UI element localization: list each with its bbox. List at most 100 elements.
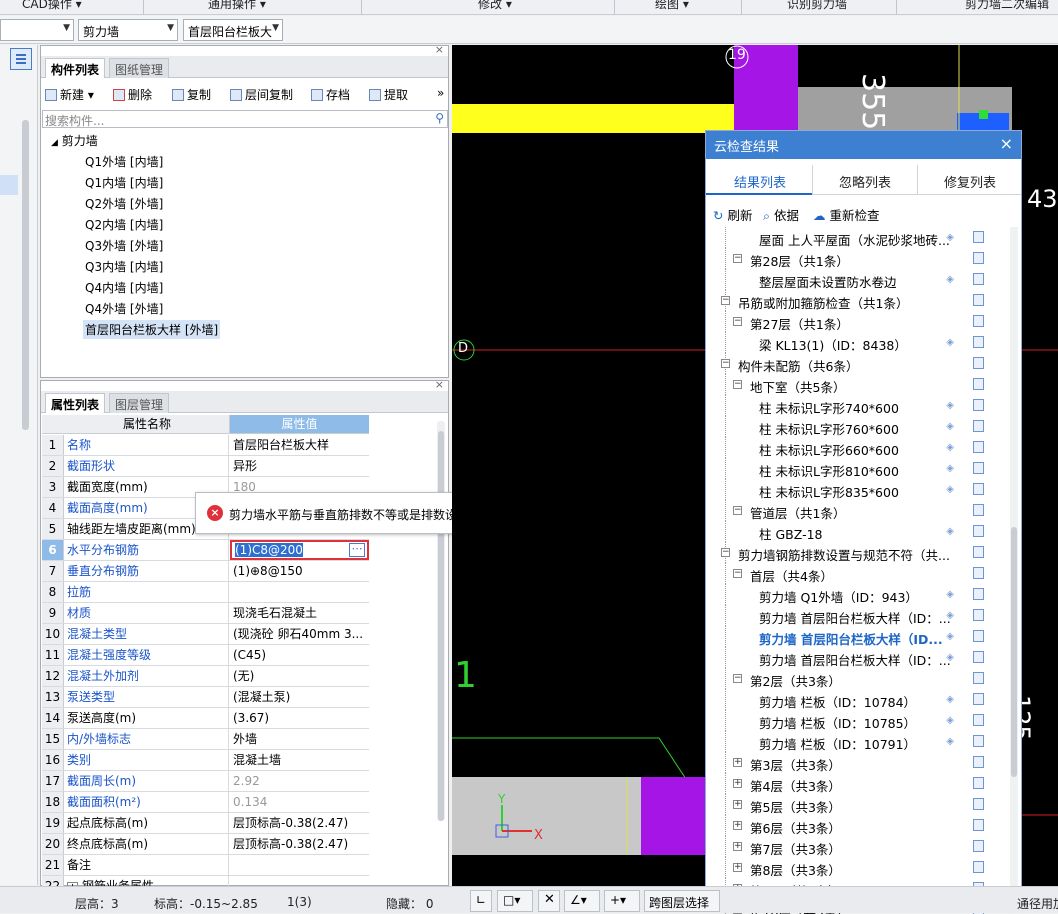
archive-button[interactable]: 存档 bbox=[311, 86, 350, 103]
ellipsis-icon[interactable]: ⋯ bbox=[349, 543, 365, 557]
tab-drawing-manage[interactable]: 图纸管理 bbox=[109, 58, 170, 78]
property-value-editor[interactable]: (1)C8@200 ⋯ bbox=[230, 540, 369, 560]
locate-icon[interactable]: ◈ bbox=[946, 736, 954, 747]
result-tree-row[interactable]: 梁 KL13(1)（ID：8438） ◈ bbox=[706, 332, 1006, 353]
property-row[interactable]: 16 类别 混凝土墙 bbox=[42, 750, 369, 771]
collapse-icon[interactable]: − bbox=[733, 674, 742, 683]
tree-item[interactable]: Q1外墙 [内墙] bbox=[85, 153, 163, 170]
tab-property-list[interactable]: 属性列表 bbox=[45, 393, 106, 413]
property-row[interactable]: 18 截面面积(m²) 0.134 bbox=[42, 792, 369, 813]
result-tree-row[interactable]: − 第2层（共3条） bbox=[706, 668, 1006, 689]
property-row[interactable]: 17 截面周长(m) 2.92 bbox=[42, 771, 369, 792]
extract-button[interactable]: 提取 bbox=[369, 86, 408, 103]
floor-combo[interactable]: ▼ bbox=[0, 19, 74, 41]
result-tree-row[interactable]: 柱 未标识L字形660*600 ◈ bbox=[706, 437, 1006, 458]
collapse-icon[interactable]: − bbox=[733, 506, 742, 515]
document-icon[interactable] bbox=[973, 399, 984, 411]
more-button[interactable]: » bbox=[437, 86, 444, 100]
result-tree-row[interactable]: − 剪力墙钢筋排数设置与规范不符（共... bbox=[706, 542, 1006, 563]
locate-icon[interactable]: ◈ bbox=[946, 337, 954, 348]
property-value[interactable] bbox=[230, 582, 369, 602]
property-value[interactable]: 混凝土墙 bbox=[230, 750, 369, 770]
tree-item[interactable]: Q4外墙 [外墙] bbox=[85, 300, 163, 317]
result-tree-row[interactable]: 剪力墙 栏板（ID：10791） ◈ bbox=[706, 731, 1006, 752]
document-icon[interactable] bbox=[973, 693, 984, 705]
property-value[interactable]: 0.134 bbox=[230, 792, 369, 812]
property-value[interactable]: 层顶标高-0.38(2.47) bbox=[230, 813, 369, 833]
result-tree-row[interactable]: + 第6层（共3条） bbox=[706, 815, 1006, 836]
collapse-icon[interactable]: − bbox=[733, 317, 742, 326]
result-tree-row[interactable]: + 第5层（共3条） bbox=[706, 794, 1006, 815]
property-row[interactable]: 20 终点底标高(m) 层顶标高-0.38(2.47) bbox=[42, 834, 369, 855]
property-value[interactable]: (C45) bbox=[230, 645, 369, 665]
collapse-icon[interactable]: − bbox=[733, 254, 742, 263]
result-tree-row[interactable]: + 第3层（共3条） bbox=[706, 752, 1006, 773]
document-icon[interactable] bbox=[973, 756, 984, 768]
result-tree-row[interactable]: + 第8层（共3条） bbox=[706, 857, 1006, 878]
result-tree-row[interactable]: 剪力墙 栏板（ID：10784） ◈ bbox=[706, 689, 1006, 710]
collapse-icon[interactable]: − bbox=[721, 359, 730, 368]
property-row[interactable]: 12 混凝土外加剂 (无) bbox=[42, 666, 369, 687]
locate-icon[interactable]: ◈ bbox=[946, 715, 954, 726]
property-value[interactable]: 现浇毛石混凝土 bbox=[230, 603, 369, 623]
tree-item[interactable]: Q3外墙 [外墙] bbox=[85, 237, 163, 254]
property-row[interactable]: 11 混凝土强度等级 (C45) bbox=[42, 645, 369, 666]
locate-icon[interactable]: ◈ bbox=[946, 274, 954, 285]
copy-button[interactable]: 复制 bbox=[172, 86, 211, 103]
tab-repair-list[interactable]: 修复列表 bbox=[944, 172, 996, 191]
property-row[interactable]: 9 材质 现浇毛石混凝土 bbox=[42, 603, 369, 624]
result-tree-row[interactable]: − 管道层（共1条） bbox=[706, 500, 1006, 521]
locate-icon[interactable]: ◈ bbox=[946, 463, 954, 474]
result-tree-row[interactable]: 剪力墙 首层阳台栏板大样（ID：... ◈ bbox=[706, 605, 1006, 626]
tab-component-list[interactable]: 构件列表 bbox=[45, 58, 106, 78]
menu-general-ops[interactable]: 通用操作 ▾ bbox=[208, 0, 266, 12]
angle-button[interactable]: ∠▾ bbox=[564, 890, 600, 912]
property-value[interactable]: (现浇砼 卵石40mm 3... bbox=[230, 624, 369, 644]
property-row[interactable]: 15 内/外墙标志 外墙 bbox=[42, 729, 369, 750]
recheck-button[interactable]: ☁ 重新检查 bbox=[813, 205, 880, 224]
close-icon[interactable]: × bbox=[435, 43, 444, 56]
result-tree-row[interactable]: 剪力墙 栏板（ID：10785） ◈ bbox=[706, 710, 1006, 731]
property-value[interactable]: (混凝土泵) bbox=[230, 687, 369, 707]
tree-item[interactable]: Q3内墙 [内墙] bbox=[85, 258, 163, 275]
document-icon[interactable] bbox=[973, 441, 984, 453]
document-icon[interactable] bbox=[973, 546, 984, 558]
type-combo[interactable]: 剪力墙 ▼ bbox=[78, 19, 178, 41]
document-icon[interactable] bbox=[973, 336, 984, 348]
property-row[interactable]: 1 名称 首层阳台栏板大样 bbox=[42, 435, 369, 456]
result-tree-row[interactable]: 整层屋面未设置防水卷边 ◈ bbox=[706, 269, 1006, 290]
expand-icon[interactable]: + bbox=[733, 758, 742, 767]
result-tree-row[interactable]: − 地下室（共5条） bbox=[706, 374, 1006, 395]
document-icon[interactable] bbox=[973, 630, 984, 642]
document-icon[interactable] bbox=[973, 819, 984, 831]
property-value[interactable]: 外墙 bbox=[230, 729, 369, 749]
tree-item[interactable]: Q1内墙 [内墙] bbox=[85, 174, 163, 191]
close-icon[interactable]: × bbox=[435, 378, 444, 391]
new-button[interactable]: 新建 ▾ bbox=[45, 86, 94, 103]
document-icon[interactable] bbox=[973, 504, 984, 516]
collapse-icon[interactable]: − bbox=[733, 569, 742, 578]
menu-cad-ops[interactable]: CAD操作 ▾ bbox=[22, 0, 82, 12]
result-tree-row[interactable]: 剪力墙 首层阳台栏板大样（ID... ◈ bbox=[706, 626, 1006, 647]
result-tree-row[interactable]: − 第27层（共1条） bbox=[706, 311, 1006, 332]
result-tree-row[interactable]: 柱 未标识L字形760*600 ◈ bbox=[706, 416, 1006, 437]
locate-icon[interactable]: ◈ bbox=[946, 694, 954, 705]
property-value-text[interactable]: (1)C8@200 bbox=[235, 543, 303, 557]
property-value[interactable]: (1)⊕8@150 bbox=[230, 561, 369, 581]
document-icon[interactable] bbox=[973, 231, 984, 243]
floor-copy-button[interactable]: 层间复制 bbox=[230, 86, 293, 103]
document-icon[interactable] bbox=[973, 462, 984, 474]
menu-draw[interactable]: 绘图 ▾ bbox=[655, 0, 689, 12]
locate-icon[interactable]: ◈ bbox=[946, 442, 954, 453]
expand-icon[interactable]: + bbox=[733, 821, 742, 830]
expand-icon[interactable]: + bbox=[733, 779, 742, 788]
dynamic-input-button[interactable]: +▾ bbox=[604, 890, 640, 912]
tree-item[interactable]: Q2外墙 [外墙] bbox=[85, 195, 163, 212]
result-tree-row[interactable]: 屋面 上人平屋面（水泥砂浆地砖... ◈ bbox=[706, 227, 1006, 248]
locate-icon[interactable]: ◈ bbox=[946, 652, 954, 663]
property-row[interactable]: 14 泵送高度(m) (3.67) bbox=[42, 708, 369, 729]
result-tree-row[interactable]: − 首层（共4条） bbox=[706, 563, 1006, 584]
menu-wall-edit[interactable]: 剪力墙二次编辑 bbox=[965, 0, 1049, 12]
close-icon[interactable]: × bbox=[1000, 134, 1013, 153]
expand-icon[interactable]: ◢ bbox=[51, 138, 58, 148]
